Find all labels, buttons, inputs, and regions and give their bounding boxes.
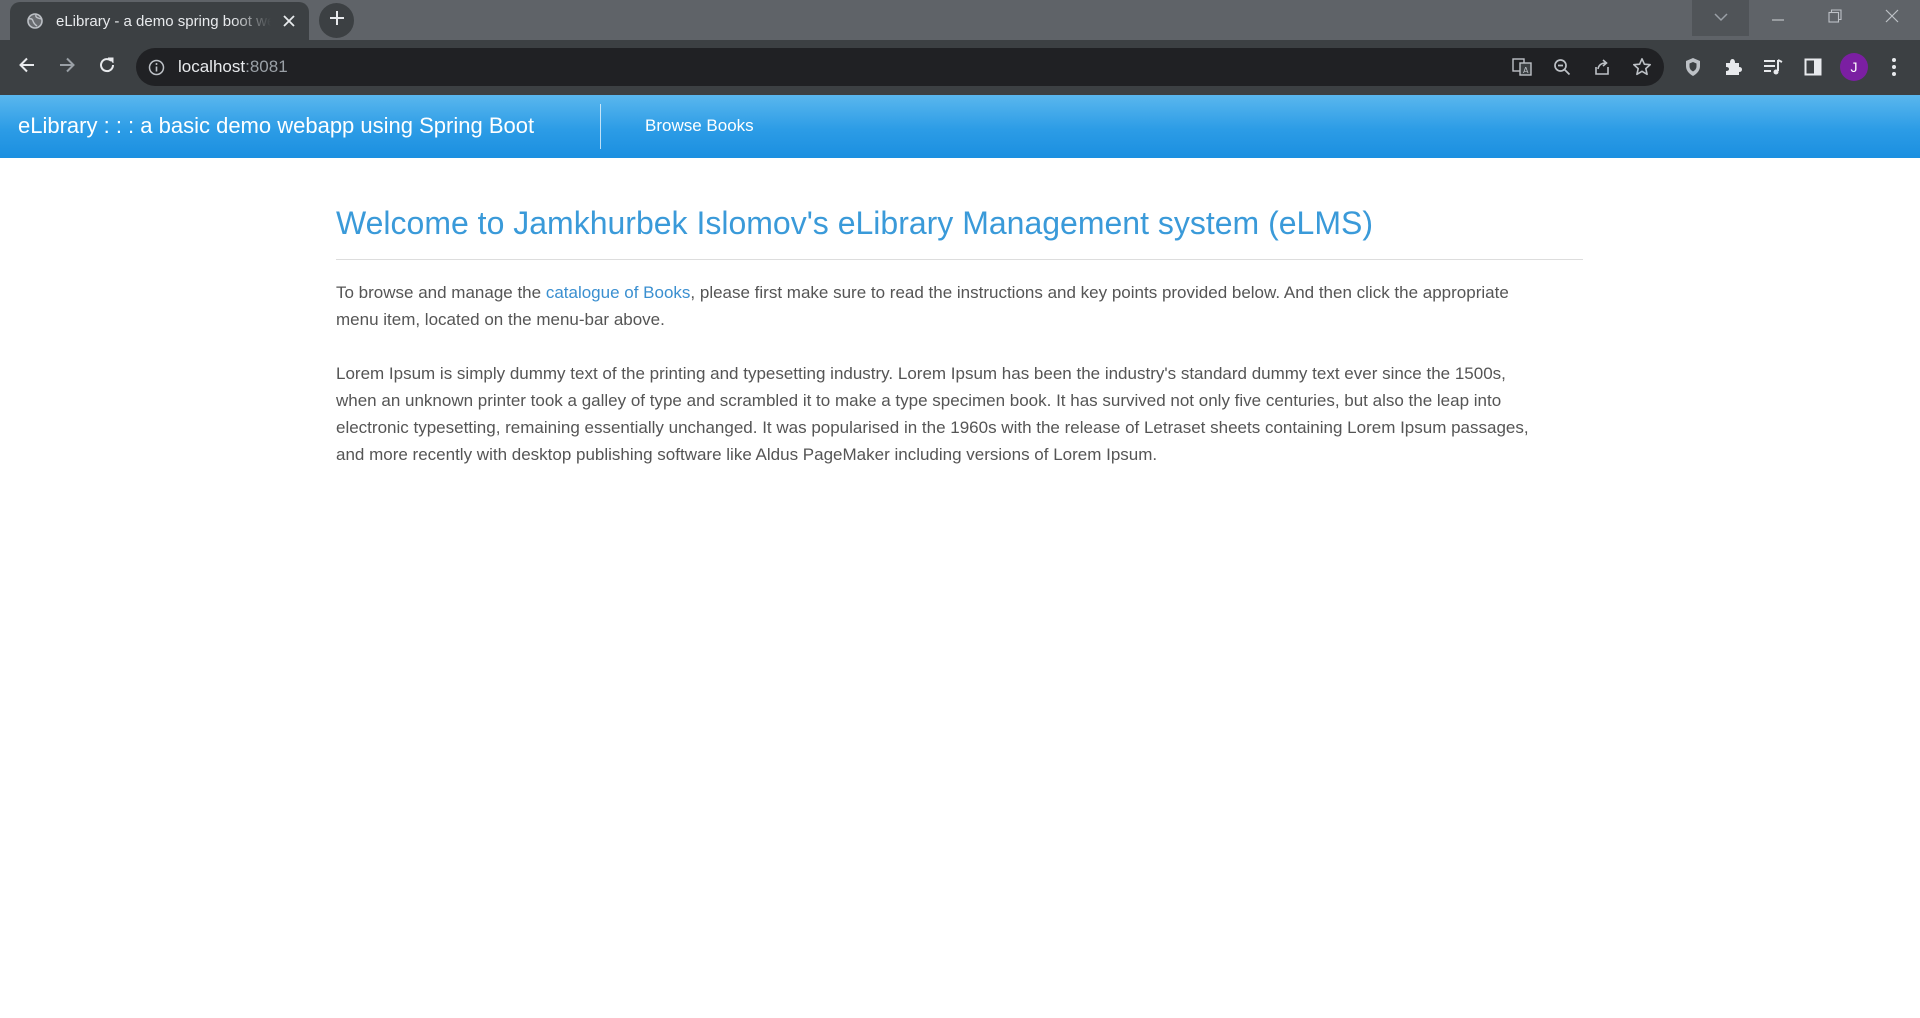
tab-title: eLibrary - a demo spring boot webapp <box>56 12 271 30</box>
browser-toolbar: localhost:8081 A J <box>0 40 1920 95</box>
chevron-down-icon <box>1713 9 1728 27</box>
restore-button[interactable] <box>1806 0 1863 36</box>
globe-icon <box>26 12 44 30</box>
back-arrow-icon <box>18 56 36 79</box>
forward-button[interactable] <box>53 53 81 81</box>
navbar-divider <box>600 104 601 149</box>
url-text[interactable]: localhost:8081 <box>178 57 288 77</box>
page-title: Welcome to Jamkhurbek Islomov's eLibrary… <box>336 205 1373 241</box>
intro-line-1: To browse and manage the catalogue of Bo… <box>336 279 1583 306</box>
intro-text-after-link: , please first make sure to read the ins… <box>690 283 1509 302</box>
site-navbar: eLibrary : : : a basic demo webapp using… <box>0 95 1920 158</box>
url-host: localhost <box>178 57 246 76</box>
forward-arrow-icon <box>58 56 76 79</box>
lorem-paragraph: Lorem Ipsum is simply dummy text of the … <box>336 360 1583 468</box>
close-icon[interactable] <box>279 11 299 31</box>
nav-link-browse-books[interactable]: Browse Books <box>645 116 754 136</box>
extensions-puzzle-icon[interactable] <box>1719 53 1747 81</box>
url-port: :8081 <box>245 57 288 76</box>
lorem-line: and more recently with desktop publishin… <box>336 445 1158 464</box>
info-icon[interactable] <box>147 58 165 76</box>
lorem-line: Lorem Ipsum is simply dummy text of the … <box>336 364 1506 383</box>
close-icon <box>1885 9 1899 28</box>
plus-icon <box>329 10 345 31</box>
minimize-icon <box>1771 9 1785 27</box>
reload-button[interactable] <box>93 53 121 81</box>
back-button[interactable] <box>13 53 41 81</box>
translate-icon[interactable]: A <box>1508 53 1536 81</box>
catalogue-link[interactable]: catalogue of Books <box>546 283 691 302</box>
restore-icon <box>1827 8 1842 28</box>
intro-line-2: menu item, located on the menu-bar above… <box>336 310 665 329</box>
new-tab-button[interactable] <box>319 3 354 38</box>
tab-search-button[interactable] <box>1692 0 1749 36</box>
profile-avatar[interactable]: J <box>1840 53 1868 81</box>
side-panel-icon[interactable] <box>1799 53 1827 81</box>
main-content: Welcome to Jamkhurbek Islomov's eLibrary… <box>336 200 1583 468</box>
lorem-line: electronic typesetting, remaining essent… <box>336 418 1529 437</box>
zoom-icon[interactable] <box>1548 53 1576 81</box>
browser-tabstrip: eLibrary - a demo spring boot webapp <box>0 0 1920 40</box>
address-bar[interactable]: localhost:8081 <box>136 48 1664 86</box>
share-icon[interactable] <box>1588 53 1616 81</box>
window-close-button[interactable] <box>1863 0 1920 36</box>
bookmark-star-icon[interactable] <box>1628 53 1656 81</box>
minimize-button[interactable] <box>1749 0 1806 36</box>
title-divider <box>336 259 1583 260</box>
svg-text:A: A <box>1523 66 1529 75</box>
intro-text-before-link: To browse and manage the <box>336 283 546 302</box>
intro-paragraph: To browse and manage the catalogue of Bo… <box>336 279 1583 333</box>
navbar-brand[interactable]: eLibrary : : : a basic demo webapp using… <box>18 113 534 139</box>
reading-list-icon[interactable] <box>1759 53 1787 81</box>
browser-tab-active[interactable]: eLibrary - a demo spring boot webapp <box>10 2 309 40</box>
window-controls <box>1692 0 1920 36</box>
shield-extension-icon[interactable] <box>1679 53 1707 81</box>
reload-icon <box>98 56 116 79</box>
lorem-line: when an unknown printer took a galley of… <box>336 391 1502 410</box>
menu-kebab-icon[interactable] <box>1880 53 1908 81</box>
